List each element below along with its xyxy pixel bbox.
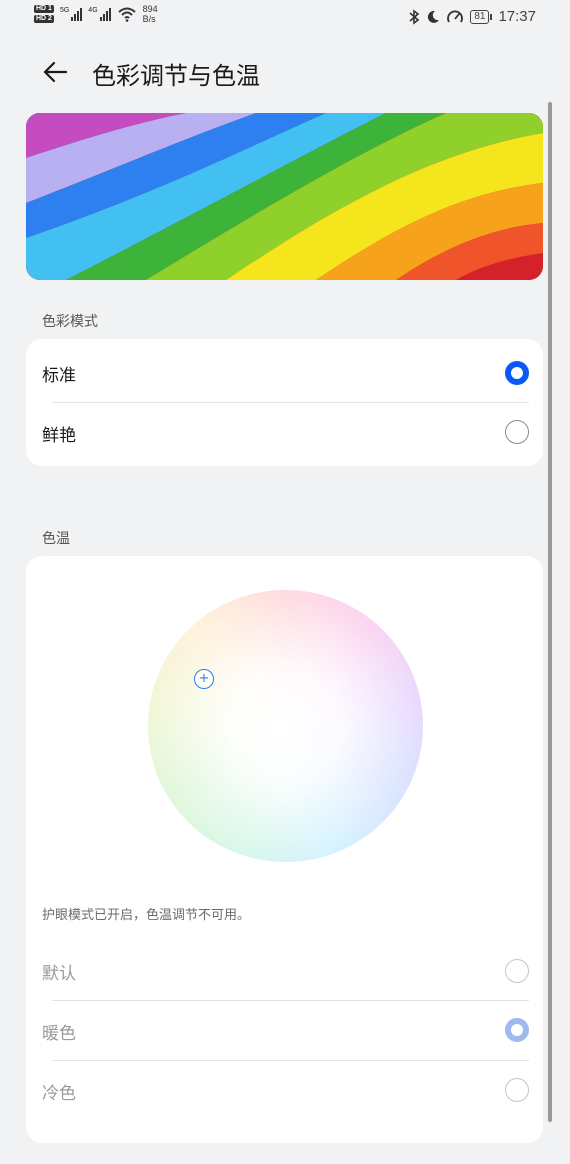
color-mode-section-label: 色彩模式 [42,314,98,330]
status-left: HD 1 HD 2 5G 4G 894 B/s [34,4,158,24]
color-temperature-card: + 护眼模式已开启，色温调节不可用。 默认 暖色 冷色 [26,556,543,1143]
color-temp-option-label: 默认 [42,964,76,984]
cool-radio[interactable] [505,1078,529,1102]
color-mode-option-label: 标准 [42,366,76,386]
default-radio[interactable] [505,959,529,983]
eye-comfort-notice: 护眼模式已开启，色温调节不可用。 [42,908,251,923]
color-mode-option-label: 鲜艳 [42,426,76,446]
clock: 17:37 [498,8,536,25]
standard-radio[interactable] [505,361,529,385]
color-temp-option-default[interactable]: 默认 [26,941,543,1001]
page-title: 色彩调节与色温 [92,62,260,90]
color-temp-option-label: 冷色 [42,1084,76,1104]
warm-radio[interactable] [505,1018,529,1042]
display-color-settings-page: HD 1 HD 2 5G 4G 894 B/s 81 17:37 色彩调节与色温… [0,0,570,1164]
battery-icon: 81 [470,9,493,24]
color-temp-option-label: 暖色 [42,1024,76,1044]
color-temp-option-warm[interactable]: 暖色 [26,1001,543,1061]
color-temperature-section-label: 色温 [42,531,70,547]
signal-2-type: 4G [88,7,98,14]
app-bar: 色彩调节与色温 [0,50,570,94]
color-mode-card: 标准 鲜艳 [26,339,543,466]
signal-1-icon: 5G [59,7,83,21]
color-preview-image [26,113,543,280]
eye-comfort-icon [447,10,464,22]
hd-voice-1-icon: HD 1 [34,5,54,13]
hd-indicators: HD 1 HD 2 [34,5,54,23]
color-wheel-picker-handle[interactable]: + [194,669,214,689]
color-mode-option-vivid[interactable]: 鲜艳 [26,403,543,463]
color-mode-option-standard[interactable]: 标准 [26,343,543,403]
hd-voice-2-icon: HD 2 [34,15,54,23]
do-not-disturb-moon-icon [428,10,440,23]
network-speed-unit: B/s [142,14,156,24]
wifi-icon [117,7,136,22]
color-temp-option-cool[interactable]: 冷色 [26,1061,543,1121]
color-temperature-wheel[interactable] [148,590,423,862]
scrollbar[interactable] [548,102,552,1122]
status-bar: HD 1 HD 2 5G 4G 894 B/s 81 17:37 [0,0,570,36]
back-arrow-icon[interactable] [40,56,72,88]
status-right: 81 17:37 [408,8,536,25]
network-speed-value: 894 [142,4,158,14]
signal-2-icon: 4G [88,7,111,21]
bluetooth-icon [409,8,420,25]
signal-1-type: 5G [59,7,70,14]
network-speed: 894 B/s [143,4,158,24]
vivid-radio[interactable] [505,420,529,444]
